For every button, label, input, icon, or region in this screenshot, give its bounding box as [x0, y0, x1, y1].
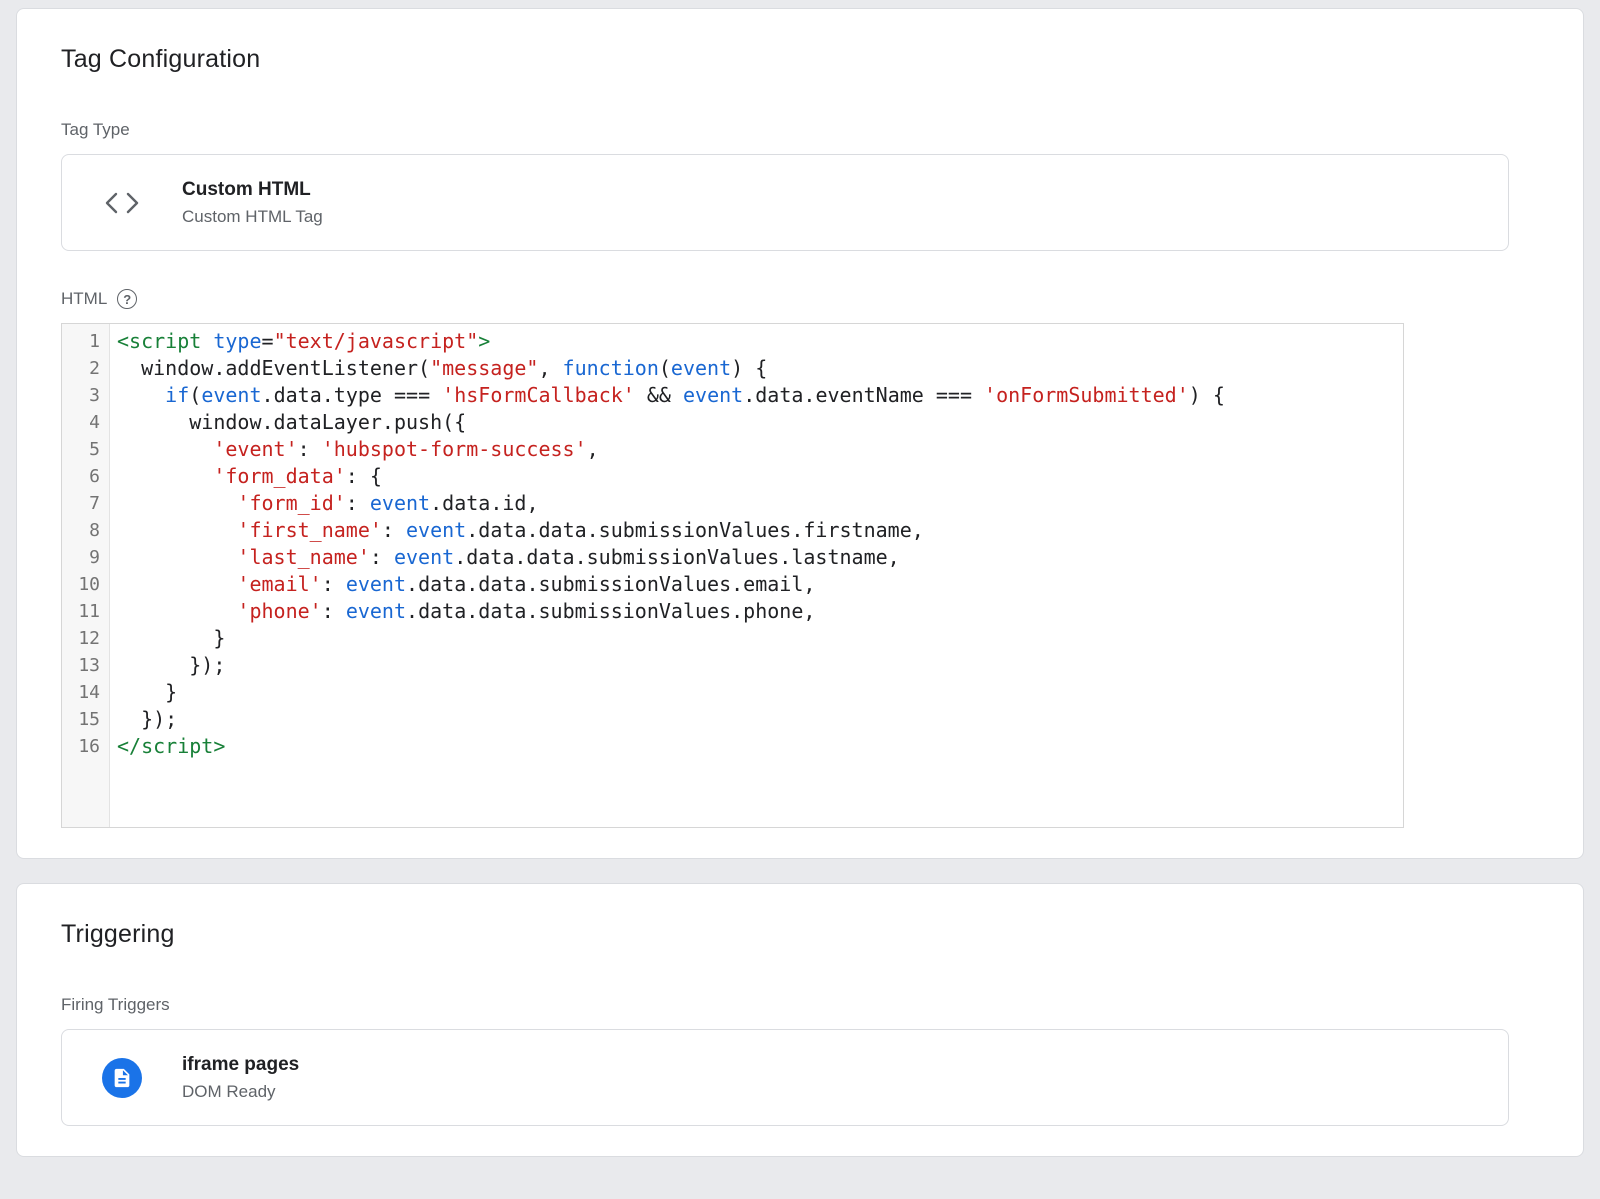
- tag-type-text: Custom HTML Custom HTML Tag: [182, 179, 323, 227]
- code-line: window.addEventListener("message", funct…: [117, 355, 1403, 382]
- code-brackets-icon: [62, 188, 182, 218]
- code-line: if(event.data.type === 'hsFormCallback' …: [117, 382, 1403, 409]
- trigger-type: DOM Ready: [182, 1082, 299, 1102]
- line-number: 13: [62, 652, 100, 679]
- line-number: 1: [62, 328, 100, 355]
- line-number: 9: [62, 544, 100, 571]
- line-number: 7: [62, 490, 100, 517]
- code-line: 'email': event.data.data.submissionValue…: [117, 571, 1403, 598]
- code-line: 'phone': event.data.data.submissionValue…: [117, 598, 1403, 625]
- line-number: 14: [62, 679, 100, 706]
- triggering-title: Triggering: [61, 920, 1539, 949]
- code-line: window.dataLayer.push({: [117, 409, 1403, 436]
- html-field-label-row: HTML ?: [61, 289, 1539, 309]
- tag-editor-page: Tag Configuration Tag Type Custom HTML C…: [16, 8, 1584, 1157]
- code-lines[interactable]: <script type="text/javascript"> window.a…: [110, 324, 1403, 827]
- line-number: 5: [62, 436, 100, 463]
- help-icon[interactable]: ?: [117, 289, 137, 309]
- trigger-name: iframe pages: [182, 1054, 299, 1076]
- code-line: }: [117, 625, 1403, 652]
- code-line: 'form_data': {: [117, 463, 1403, 490]
- code-line: 'last_name': event.data.data.submissionV…: [117, 544, 1403, 571]
- document-page-icon: [102, 1058, 142, 1098]
- code-line: });: [117, 652, 1403, 679]
- line-number: 11: [62, 598, 100, 625]
- code-line: 'form_id': event.data.id,: [117, 490, 1403, 517]
- line-number-gutter: 12345678910111213141516: [62, 324, 110, 827]
- tag-configuration-title: Tag Configuration: [61, 45, 1539, 74]
- code-line: <script type="text/javascript">: [117, 328, 1403, 355]
- code-line: 'first_name': event.data.data.submission…: [117, 517, 1403, 544]
- line-number: 6: [62, 463, 100, 490]
- line-number: 2: [62, 355, 100, 382]
- line-number: 3: [62, 382, 100, 409]
- line-number: 8: [62, 517, 100, 544]
- tag-type-selector[interactable]: Custom HTML Custom HTML Tag: [61, 154, 1509, 251]
- tag-type-name: Custom HTML: [182, 179, 323, 201]
- line-number: 16: [62, 733, 100, 760]
- html-label: HTML: [61, 289, 107, 309]
- code-line: }: [117, 679, 1403, 706]
- line-number: 4: [62, 409, 100, 436]
- firing-triggers-label: Firing Triggers: [61, 995, 1539, 1015]
- html-code-editor[interactable]: 12345678910111213141516 <script type="te…: [61, 323, 1404, 828]
- triggering-card: Triggering Firing Triggers iframe pages …: [16, 883, 1584, 1157]
- line-number: 12: [62, 625, 100, 652]
- trigger-text: iframe pages DOM Ready: [182, 1054, 299, 1102]
- code-line: 'event': 'hubspot-form-success',: [117, 436, 1403, 463]
- tag-type-label: Tag Type: [61, 120, 1539, 140]
- line-number: 15: [62, 706, 100, 733]
- firing-trigger-item[interactable]: iframe pages DOM Ready: [61, 1029, 1509, 1126]
- tag-type-description: Custom HTML Tag: [182, 207, 323, 227]
- line-number: 10: [62, 571, 100, 598]
- trigger-icon-zone: [62, 1058, 182, 1098]
- code-line: });: [117, 706, 1403, 733]
- code-line: </script>: [117, 733, 1403, 760]
- tag-configuration-card: Tag Configuration Tag Type Custom HTML C…: [16, 8, 1584, 859]
